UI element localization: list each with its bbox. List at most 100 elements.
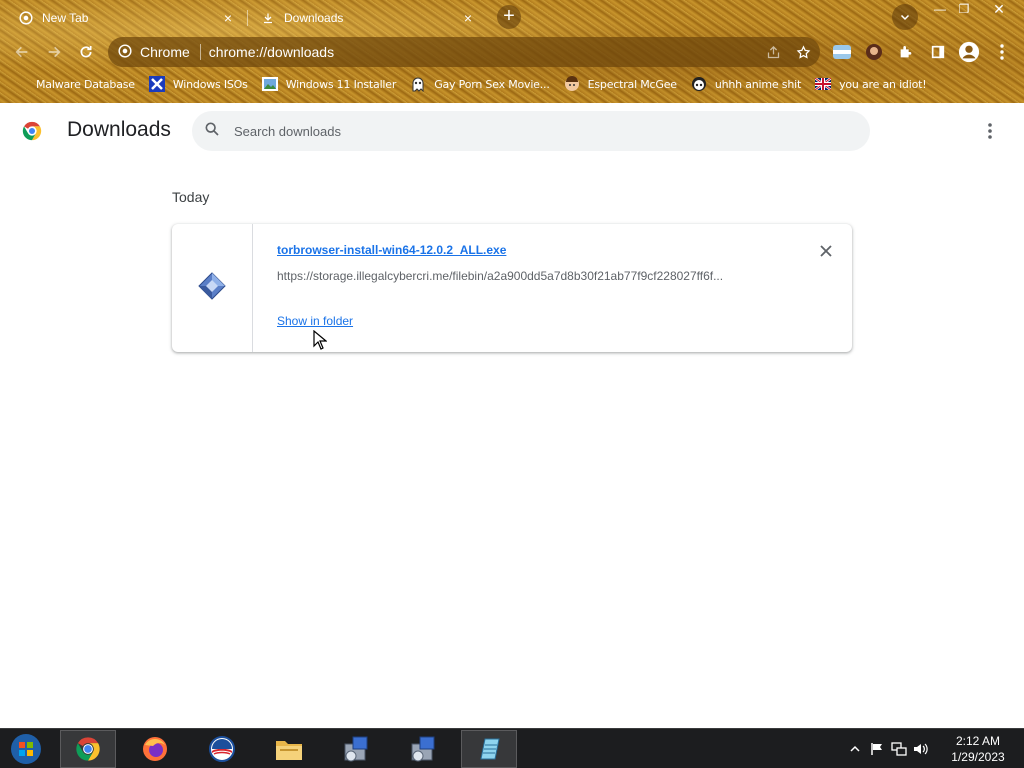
show-in-folder-link[interactable]: Show in folder <box>277 314 353 328</box>
face-icon <box>564 76 580 92</box>
share-icon[interactable] <box>760 39 786 65</box>
taskbar-file-explorer[interactable] <box>261 730 317 768</box>
url-text[interactable]: chrome://downloads <box>209 44 760 60</box>
bookmark-label: Malware Database <box>36 77 135 91</box>
chrome-logo-icon <box>21 120 43 142</box>
bookmark-star-icon[interactable] <box>790 39 816 65</box>
file-explorer-icon <box>276 741 302 760</box>
profile-avatar-icon[interactable] <box>957 40 981 64</box>
close-tab-icon[interactable]: × <box>220 10 236 26</box>
taskbar-installer-1[interactable] <box>328 730 384 768</box>
bookmark-you-are-an-idiot[interactable]: you are an idiot! <box>815 76 927 92</box>
tab-title: Downloads <box>284 11 344 25</box>
date-header: Today <box>172 189 210 205</box>
close-tab-icon[interactable]: × <box>460 10 476 26</box>
download-filename-link[interactable]: torbrowser-install-win64-12.0.2_ALL.exe <box>277 243 506 257</box>
browser-frame: New Tab × Downloads × + — ❐ ✕ Chrome chr… <box>0 0 1024 103</box>
chevron-down-icon <box>900 14 910 21</box>
taskbar-notepad[interactable] <box>461 730 517 768</box>
page-title: Downloads <box>67 118 171 141</box>
back-button[interactable] <box>10 40 34 64</box>
firefox-icon <box>143 737 167 761</box>
action-center-flag-icon[interactable] <box>866 739 888 759</box>
image-icon <box>261 76 278 92</box>
executable-file-icon <box>197 271 227 306</box>
start-orb-icon <box>11 734 41 764</box>
more-actions-icon[interactable] <box>980 121 1000 141</box>
site-chip: Chrome <box>140 44 190 60</box>
minimize-button[interactable]: — <box>928 0 952 18</box>
clock-date: 1/29/2023 <box>951 750 1005 764</box>
bookmark-label: uhhh anime shit <box>714 77 802 91</box>
omnibox-divider <box>199 44 201 60</box>
taskbar-installer-2[interactable] <box>395 730 451 768</box>
bookmark-label: Gay Porn Sex Movie... <box>434 77 550 91</box>
page-header: Downloads <box>0 103 1024 159</box>
tab-title: New Tab <box>42 11 89 25</box>
arrow-right-icon <box>48 46 61 58</box>
ghost-icon <box>410 76 426 92</box>
installer-icon <box>344 736 368 762</box>
bookmarks-bar: Malware Database Windows ISOs Windows 11… <box>0 72 1024 96</box>
remove-download-icon[interactable] <box>816 241 836 261</box>
clock-time: 2:12 AM <box>955 734 1001 748</box>
extensions-puzzle-icon[interactable] <box>894 40 918 64</box>
downloads-page: Downloads Today torbrowser-install-win64… <box>0 103 1024 728</box>
tab-strip: New Tab × Downloads × + — ❐ ✕ <box>0 0 1024 34</box>
tab-divider <box>247 10 248 26</box>
download-icon <box>260 10 276 26</box>
bookmark-uhhh-anime[interactable]: uhhh anime shit <box>691 76 801 92</box>
extension-avatar-icon[interactable] <box>862 40 886 64</box>
taskbar-chrome[interactable] <box>60 730 116 768</box>
taskbar-firefox[interactable] <box>127 730 183 768</box>
taskbar-clock[interactable]: 2:12 AM 1/29/2023 <box>940 733 1016 765</box>
bookmark-label: you are an idiot! <box>839 77 927 91</box>
chrome-icon <box>76 737 100 761</box>
toolbar: Chrome chrome://downloads <box>0 34 1024 70</box>
taskbar-obama-app[interactable] <box>194 730 250 768</box>
chrome-site-icon <box>118 43 132 61</box>
bookmark-label: Espectral McGee <box>587 77 677 91</box>
system-tray <box>844 729 932 768</box>
window-close-button[interactable]: ✕ <box>980 0 1018 18</box>
extension-flag-icon[interactable] <box>830 40 854 64</box>
maximize-button[interactable]: ❐ <box>952 0 976 18</box>
address-bar[interactable]: Chrome chrome://downloads <box>108 37 820 67</box>
new-tab-button[interactable]: + <box>497 5 521 29</box>
file-icon-cell <box>172 224 253 352</box>
download-item: torbrowser-install-win64-12.0.2_ALL.exe … <box>172 224 852 352</box>
search-icon <box>204 121 220 142</box>
bookmark-windows-isos[interactable]: Windows ISOs <box>148 76 248 92</box>
browser-menu-icon[interactable] <box>990 40 1014 64</box>
tab-downloads[interactable]: Downloads × <box>250 2 486 34</box>
tab-new-tab[interactable]: New Tab × <box>8 2 246 34</box>
forward-button[interactable] <box>42 40 66 64</box>
start-button[interactable] <box>6 732 46 766</box>
arrow-left-icon <box>15 46 28 58</box>
download-source-url: https://storage.illegalcybercri.me/fileb… <box>277 269 724 283</box>
side-panel-icon[interactable] <box>926 40 950 64</box>
search-input[interactable] <box>234 123 834 139</box>
obama-logo-icon <box>209 736 235 762</box>
tab-search-button[interactable] <box>892 4 918 30</box>
volume-icon[interactable] <box>910 739 932 759</box>
bookmark-malware-database[interactable]: Malware Database <box>22 76 135 92</box>
x-logo-icon <box>148 76 165 92</box>
search-downloads-box[interactable] <box>192 111 870 151</box>
bookmark-windows-11-installer[interactable]: Windows 11 Installer <box>261 76 397 92</box>
notepad-icon <box>480 738 500 760</box>
installer-icon <box>411 736 435 762</box>
bookmark-label: Windows ISOs <box>172 77 248 91</box>
reload-icon <box>80 46 92 58</box>
bookmark-espectral-mcgee[interactable]: Espectral McGee <box>564 76 677 92</box>
chrome-icon <box>18 10 34 26</box>
reload-button[interactable] <box>74 40 98 64</box>
flag-icon <box>815 76 832 92</box>
mouse-cursor-icon <box>313 329 328 350</box>
show-hidden-icons-icon[interactable] <box>844 739 866 759</box>
bookmark-label: Windows 11 Installer <box>285 77 397 91</box>
blank-page-icon <box>22 76 30 92</box>
bookmark-gay-porn-sex-movie[interactable]: Gay Porn Sex Movie... <box>410 76 550 92</box>
network-icon[interactable] <box>888 739 910 759</box>
anime-icon <box>691 76 707 92</box>
